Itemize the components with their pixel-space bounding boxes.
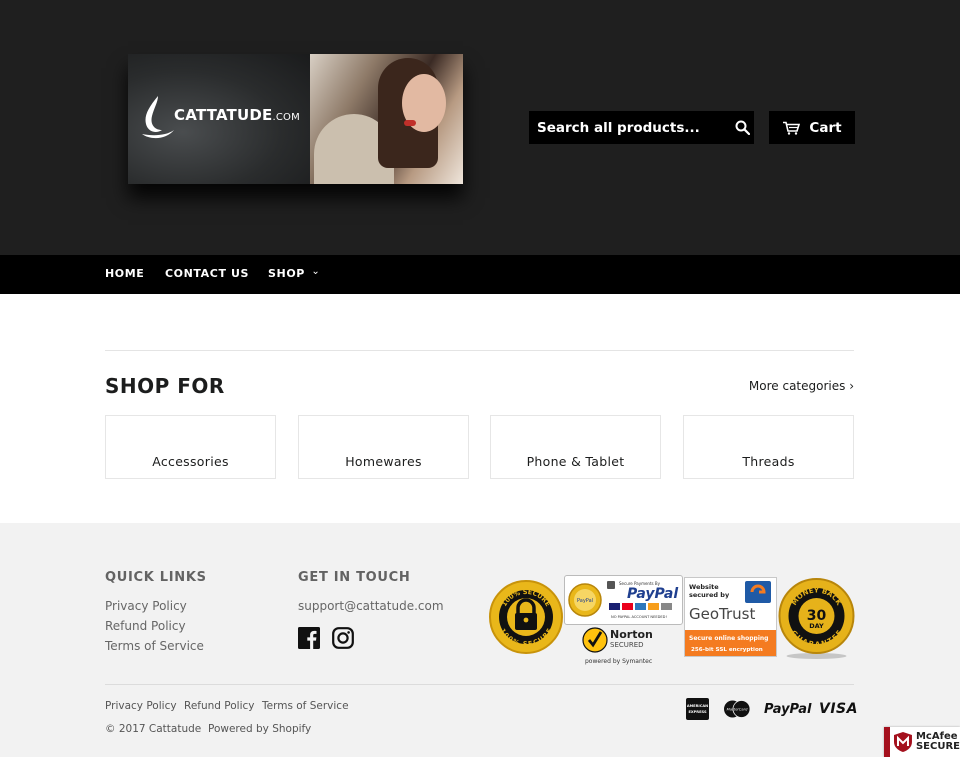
paypal-text: PayPal bbox=[764, 701, 812, 717]
nav-item-shop[interactable]: SHOP ⌄ bbox=[268, 266, 321, 280]
cart-label: Cart bbox=[809, 119, 842, 136]
powered-by-shopify-link[interactable]: Powered by Shopify bbox=[208, 723, 311, 735]
bottom-link-terms-of-service[interactable]: Terms of Service bbox=[262, 700, 349, 712]
paypal-icon: PayPal bbox=[764, 697, 811, 721]
mcafee-label: McAfee SECURE bbox=[915, 731, 960, 752]
guarantee-unit: DAY bbox=[809, 622, 824, 630]
category-label: Accessories bbox=[152, 454, 229, 469]
store-logo[interactable]: CATTATUDE.COM bbox=[128, 54, 463, 184]
geotrust-badge-icon: Website secured by GeoTrust Secure onlin… bbox=[685, 581, 776, 656]
norton-secured-badge-icon: Norton SECURED powered by Symantec bbox=[582, 627, 653, 665]
instagram-icon[interactable] bbox=[332, 627, 354, 649]
quick-links-heading: QUICK LINKS bbox=[105, 570, 207, 585]
footer-link-terms-of-service[interactable]: Terms of Service bbox=[105, 639, 204, 653]
nav-item-shop-label: SHOP bbox=[268, 267, 305, 280]
cart-button[interactable]: Cart bbox=[769, 111, 855, 144]
money-back-guarantee-badge-icon: MONEY BACK GUARANTEE 30 DAY bbox=[778, 578, 855, 659]
paypal-secure-badge: PayPal Secure Payments By PayPal NO PAYP… bbox=[564, 575, 683, 625]
logo-wordmark: CATTATUDE.COM bbox=[174, 106, 300, 124]
geotrust-line2: secured by bbox=[689, 591, 730, 599]
footer-divider bbox=[105, 684, 854, 685]
footer-link-privacy-policy[interactable]: Privacy Policy bbox=[105, 599, 187, 613]
norton-badge-name: Norton bbox=[610, 628, 653, 641]
site-footer: QUICK LINKS Privacy Policy Refund Policy… bbox=[0, 523, 960, 757]
category-card-accessories[interactable]: Accessories bbox=[105, 415, 276, 479]
category-label: Phone & Tablet bbox=[526, 454, 625, 469]
chevron-down-icon: ⌄ bbox=[311, 266, 321, 277]
paypal-badge-icon: PayPal Secure Payments By PayPal NO PAYP… bbox=[568, 581, 678, 619]
mcafee-secure-badge[interactable]: McAfee SECURE bbox=[884, 727, 960, 757]
paypal-badge-name: PayPal bbox=[627, 586, 678, 602]
norton-badge-sub: SECURED bbox=[610, 641, 644, 649]
site-header: CATTATUDE.COM Cart bbox=[0, 0, 960, 255]
mcafee-shield-icon bbox=[893, 732, 912, 752]
paypal-badge-note: NO PAYPAL ACCOUNT NEEDED! bbox=[611, 615, 667, 619]
search-input[interactable] bbox=[529, 111, 730, 144]
search-icon bbox=[735, 120, 750, 135]
support-email-link[interactable]: support@cattatude.com bbox=[298, 599, 444, 613]
logo-mark-icon bbox=[142, 96, 174, 139]
geotrust-line1: Website bbox=[689, 583, 719, 591]
main-nav: HOME CONTACT US SHOP ⌄ bbox=[0, 255, 960, 294]
page-title: SHOP FOR bbox=[105, 374, 225, 398]
mastercard-icon: MasterCard bbox=[723, 697, 751, 721]
more-categories-link[interactable]: More categories › bbox=[749, 379, 854, 393]
norton-badge-by: powered by Symantec bbox=[585, 658, 652, 665]
category-card-phone-tablet[interactable]: Phone & Tablet bbox=[490, 415, 661, 479]
section-divider bbox=[105, 350, 854, 351]
copyright-text: © 2017 Cattatude bbox=[105, 723, 202, 735]
category-label: Homewares bbox=[345, 454, 422, 469]
logo-brand-panel: CATTATUDE.COM bbox=[128, 54, 310, 184]
svg-text:MasterCard: MasterCard bbox=[727, 708, 748, 712]
secure-lock-badge-icon: 100% SECURE 100% SECURE bbox=[489, 580, 563, 654]
facebook-icon[interactable] bbox=[298, 627, 320, 649]
nav-item-contact-us[interactable]: CONTACT US bbox=[165, 267, 249, 280]
svg-text:AMERICAN: AMERICAN bbox=[687, 704, 708, 708]
bottom-link-privacy-policy[interactable]: Privacy Policy bbox=[105, 700, 177, 712]
visa-text: VISA bbox=[819, 701, 858, 717]
geotrust-badge: Website secured by GeoTrust Secure onlin… bbox=[684, 577, 777, 657]
visa-icon: VISA bbox=[819, 697, 858, 721]
search-bar bbox=[529, 111, 754, 144]
get-in-touch-heading: GET IN TOUCH bbox=[298, 570, 411, 585]
american-express-icon: AMERICAN EXPRESS bbox=[686, 697, 709, 721]
logo-photo bbox=[310, 54, 463, 184]
nav-item-home[interactable]: HOME bbox=[105, 267, 144, 280]
svg-text:EXPRESS: EXPRESS bbox=[688, 710, 707, 714]
geotrust-name: GeoTrust bbox=[689, 605, 755, 623]
geotrust-band2: 256-bit SSL encryption bbox=[691, 647, 763, 653]
svg-text:PayPal: PayPal bbox=[577, 598, 593, 604]
bottom-link-refund-policy[interactable]: Refund Policy bbox=[184, 700, 255, 712]
category-card-homewares[interactable]: Homewares bbox=[298, 415, 469, 479]
cart-icon bbox=[783, 121, 801, 135]
category-card-threads[interactable]: Threads bbox=[683, 415, 854, 479]
category-label: Threads bbox=[742, 454, 795, 469]
geotrust-band1: Secure online shopping bbox=[689, 635, 768, 642]
footer-link-refund-policy[interactable]: Refund Policy bbox=[105, 619, 186, 633]
search-button[interactable] bbox=[730, 111, 754, 144]
